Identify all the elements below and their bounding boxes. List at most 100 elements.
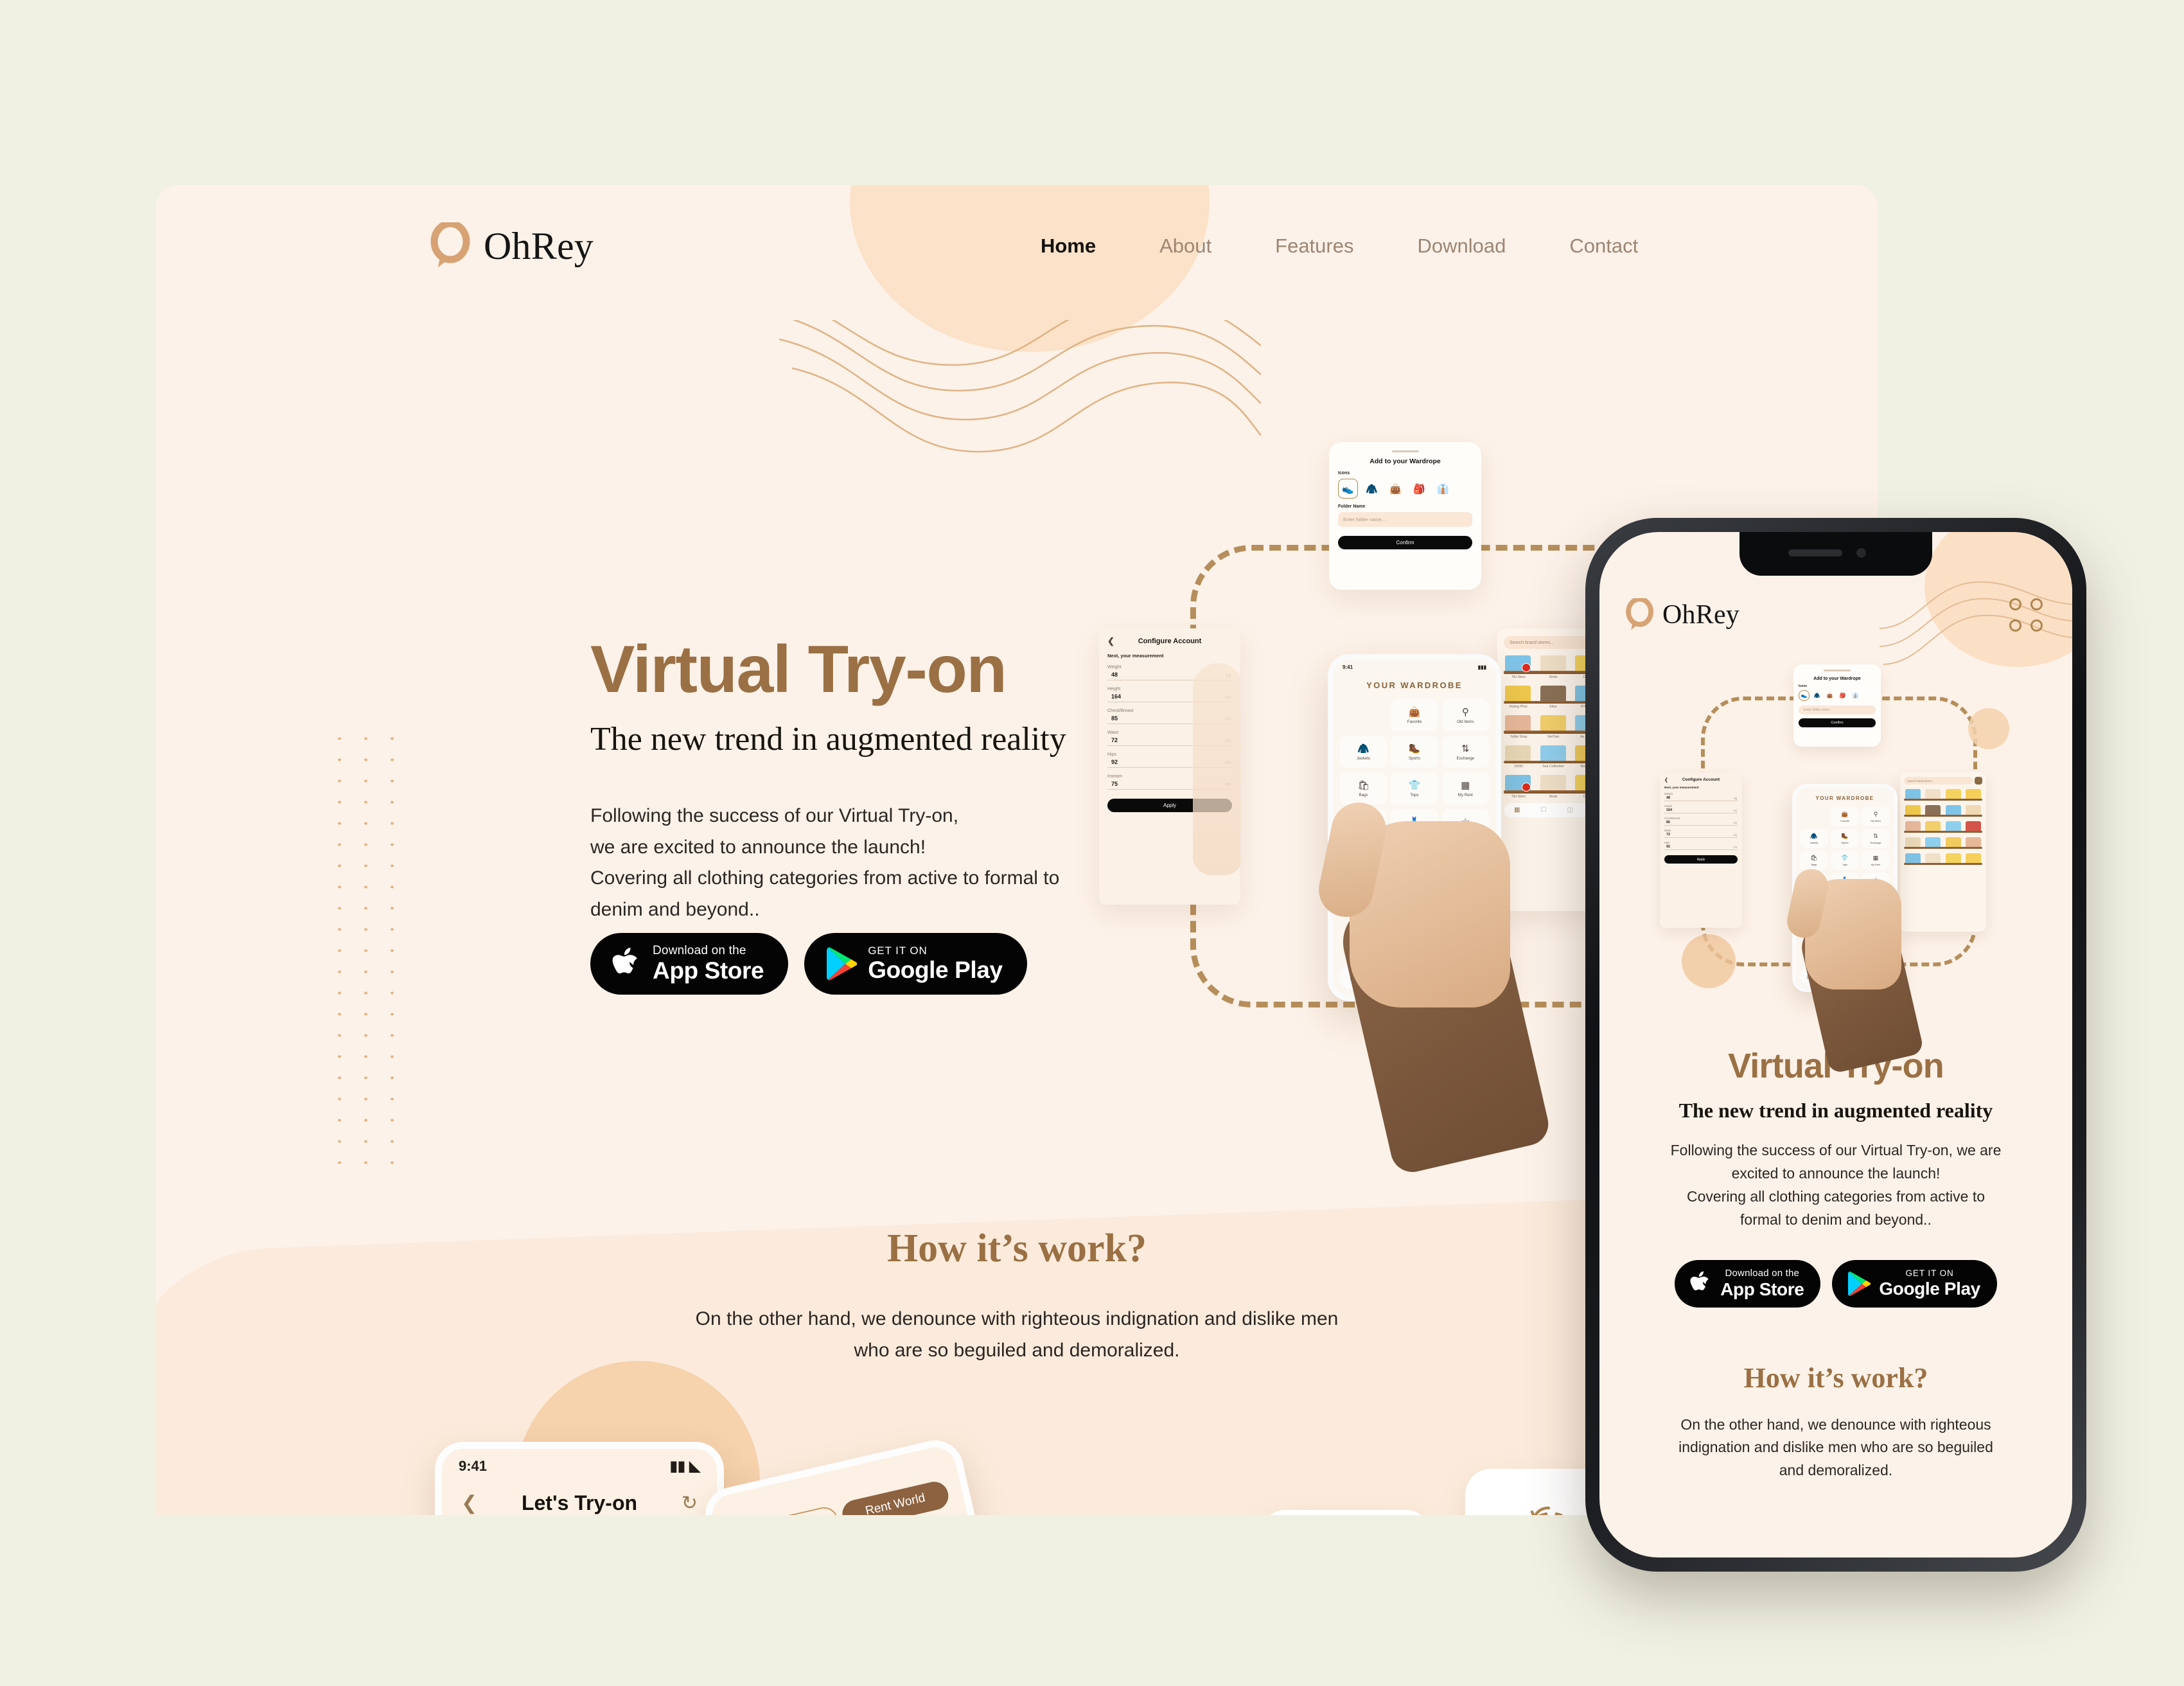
field-row-chest[interactable]: 85 cm (1664, 820, 1738, 826)
backpack-icon[interactable]: 🎒 (1409, 479, 1429, 499)
tab-wardrobe-icon[interactable]: ◫ (1567, 806, 1573, 813)
brand-name-2-1: VietTien (1547, 734, 1560, 739)
add-wardrobe-title: Add to your Wardrope (1813, 677, 1861, 681)
app-card-brand-stores: Search brand stores... (1900, 772, 1986, 932)
sheet-grabber (1391, 450, 1419, 452)
google-play-button[interactable]: GET IT ON Google Play (804, 933, 1027, 995)
field-row-waist[interactable]: 72 cm (1664, 832, 1738, 838)
hanger-icon: ⚲ (1461, 707, 1469, 718)
nav-item-download[interactable]: Download (1417, 235, 1506, 258)
wardrobe-tile-my-rent[interactable]: ▦ My Rent (1862, 851, 1890, 870)
tab-feed-icon[interactable]: ☐ (1541, 806, 1547, 813)
top-icon[interactable]: 👔 (1433, 479, 1453, 499)
wardrobe-tile-jackets[interactable]: 🧥 Jackets (1800, 829, 1828, 848)
field-row-height[interactable]: 164 cm (1664, 808, 1738, 813)
filter-icon[interactable] (1975, 777, 1982, 785)
nav-item-about[interactable]: About (1159, 235, 1211, 258)
wardrobe-tile-sports[interactable]: 🥾 Sports (1831, 829, 1859, 848)
wardrobe-tile-my-rent[interactable]: ▦ My Rent (1441, 772, 1489, 804)
shoe-icon[interactable]: 👟 (1799, 690, 1810, 701)
backpack-icon[interactable]: 🎒 (1837, 690, 1848, 701)
brand-shelf (1904, 836, 1982, 849)
nav-item-features[interactable]: Features (1275, 235, 1353, 258)
confirm-button[interactable]: Confirm (1799, 718, 1876, 727)
mobile-how-it-works-title: How it’s work? (1743, 1362, 1928, 1394)
configure-title: Configure Account (1682, 777, 1720, 782)
apply-button[interactable]: Apply (1664, 855, 1738, 864)
feature-card-wardrobe[interactable]: Wardrobe (1260, 1510, 1432, 1515)
brand-name-4-0: Tiki Store (1511, 794, 1526, 799)
wardrobe-tile-sports[interactable]: 🥾 Sports (1391, 736, 1438, 768)
field-row-hips[interactable]: 92 cm (1664, 844, 1738, 850)
google-play-icon (826, 946, 858, 981)
tab-stores-icon[interactable]: ▦ (1514, 806, 1520, 813)
bag-icon[interactable]: 👜 (1824, 690, 1835, 701)
nav-item-home[interactable]: Home (1041, 235, 1096, 258)
status-icons: ▮▮ ◣ (669, 1458, 700, 1474)
wardrobe-tile-favorite[interactable]: 👜 Favorite (1391, 699, 1438, 731)
mobile-how-it-works-body: On the other hand, we denounce with righ… (1678, 1415, 1993, 1479)
brand-name-2-0: YaMe Shop (1510, 734, 1528, 739)
status-time: 9:41 (459, 1458, 488, 1474)
folder-name-input[interactable]: Enter folder name... (1799, 705, 1876, 714)
field-value-chest: 85 (1666, 821, 1670, 824)
brand-name: OhRey (484, 224, 594, 267)
tab-rent-world[interactable]: Rent World (840, 1478, 951, 1515)
mobile-store-buttons: Download on the App Store GET IT ON Goog… (1637, 1259, 2035, 1308)
app-store-button[interactable]: Download on the App Store (590, 933, 789, 995)
wardrobe-tile-jackets[interactable]: 🧥 Jackets (1340, 736, 1387, 768)
brand-name-3-1: Sea Collection (1542, 765, 1564, 768)
mobile-hero-body: Following the success of our Virtual Try… (1670, 1142, 2002, 1228)
confirm-button[interactable]: Confirm (1338, 536, 1472, 549)
top-icon[interactable]: 👔 (1850, 690, 1861, 701)
wardrobe-title: YOUR WARDROBE (1366, 680, 1463, 690)
rent-icon: ▦ (1872, 855, 1879, 861)
wardrobe-tile-exchange[interactable]: ⇅ Exchange (1862, 829, 1890, 848)
app-store-big-label: App Store (653, 957, 764, 984)
mobile-topbar: OhRey (1599, 586, 2072, 644)
wardrobe-tile-favorite[interactable]: 👜 Favorite (1831, 807, 1859, 826)
icon-chooser: 👟 🧥 👜 🎒 👔 (1338, 479, 1472, 499)
status-time: 9:41 (1343, 664, 1353, 670)
brand-shelf (1904, 820, 1982, 833)
google-play-button[interactable]: GET IT ON Google Play (1832, 1259, 1997, 1308)
brand-logo[interactable]: OhRey (430, 222, 594, 270)
folder-name-input[interactable]: Enter folder name... (1338, 512, 1472, 527)
hero-title: Virtual Try-on (590, 632, 1007, 707)
field-value-waist: 72 (1666, 833, 1670, 837)
brand-name: OhRey (1662, 600, 1739, 630)
jacket-icon[interactable]: 🧥 (1811, 690, 1822, 701)
field-row-weight[interactable]: 48 kg (1664, 795, 1738, 801)
brand-name-0-0: Tiki Store (1511, 675, 1526, 679)
mobile-screen: OhRey Add to your Wardrope Icons 👟 🧥 👜 🎒… (1599, 532, 2072, 1557)
folder-name-label: Folder Name (1338, 504, 1366, 509)
wardrobe-tile-old-items[interactable]: ⚲ Old Items (1862, 807, 1890, 826)
grid-dots-menu-icon[interactable] (2009, 598, 2043, 632)
app-card-configure-account: ❮ Configure Account Next, your measureme… (1099, 628, 1240, 905)
wardrobe-tile-tops[interactable]: 👕 Tops (1391, 772, 1438, 804)
chevron-left-icon[interactable]: ❮ (1664, 777, 1668, 783)
wardrobe-tile-old-items[interactable]: ⚲ Old Items (1441, 699, 1489, 731)
chevron-left-icon[interactable]: ❮ (1107, 636, 1114, 646)
wardrobe-tile-exchange[interactable]: ⇅ Exchange (1441, 736, 1489, 768)
brand-search-input[interactable]: Search brand stores... (1904, 777, 1973, 785)
brand-logo[interactable]: OhRey (1625, 598, 1739, 632)
decorative-circle-small (1968, 708, 2009, 749)
shoe-icon[interactable]: 👟 (1338, 479, 1358, 499)
app-store-button[interactable]: Download on the App Store (1675, 1259, 1821, 1308)
wardrobe-tile-tops[interactable]: 👕 Tops (1831, 851, 1859, 870)
refresh-icon[interactable]: ↻ (682, 1492, 698, 1514)
jacket-icon[interactable]: 🧥 (1362, 479, 1382, 499)
handbag-icon: 🛍 (1357, 780, 1370, 791)
bag-icon[interactable]: 👜 (1386, 479, 1405, 499)
add-wardrobe-title: Add to your Wardrope (1369, 457, 1441, 465)
icons-label: Icons (1338, 471, 1350, 475)
mobile-phone-mockup: OhRey Add to your Wardrope Icons 👟 🧥 👜 🎒… (1585, 518, 2086, 1572)
tab-exchange-world[interactable]: Exchange World (729, 1504, 841, 1515)
wardrobe-tile-bags[interactable]: 🛍 Bags (1800, 851, 1828, 870)
chevron-left-icon[interactable]: ❮ (461, 1492, 477, 1514)
body-silhouette (1193, 663, 1240, 875)
wardrobe-tile-bags[interactable]: 🛍 Bags (1340, 772, 1387, 804)
nav-item-contact[interactable]: Contact (1569, 235, 1638, 258)
tryon-title: Let's Try-on (521, 1491, 638, 1514)
